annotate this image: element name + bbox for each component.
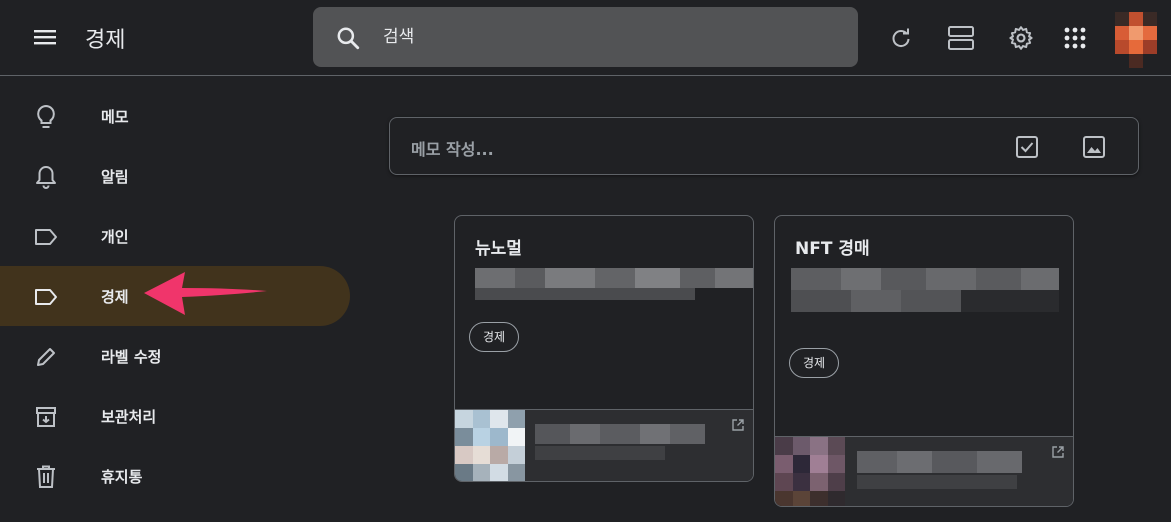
sidebar-item-notes[interactable]: 메모 bbox=[0, 86, 350, 146]
menu-icon bbox=[34, 30, 56, 45]
sidebar-item-archive[interactable]: 보관처리 bbox=[0, 386, 350, 446]
sidebar-item-edit-labels[interactable]: 라벨 수정 bbox=[0, 326, 350, 386]
open-link-icon[interactable] bbox=[731, 418, 745, 432]
list-view-icon bbox=[948, 26, 974, 50]
sidebar-item-reminders[interactable]: 알림 bbox=[0, 146, 350, 206]
new-checklist-button[interactable] bbox=[1012, 132, 1042, 162]
avatar[interactable] bbox=[1115, 12, 1157, 68]
image-icon bbox=[1083, 136, 1105, 158]
settings-button[interactable] bbox=[1002, 19, 1040, 57]
note-card[interactable]: 뉴노멀 경제 bbox=[454, 215, 754, 482]
checkbox-icon bbox=[1016, 136, 1038, 158]
open-link-icon[interactable] bbox=[1051, 445, 1065, 459]
app-title: 경제 bbox=[85, 28, 126, 53]
bell-icon bbox=[33, 164, 59, 190]
sidebar-item-label: 메모 bbox=[101, 108, 129, 126]
link-title-redacted bbox=[535, 424, 705, 444]
search-icon[interactable] bbox=[335, 25, 361, 51]
settings-icon bbox=[1009, 26, 1033, 50]
label-icon bbox=[33, 224, 59, 250]
archive-icon bbox=[33, 404, 59, 430]
search-input[interactable] bbox=[383, 21, 823, 53]
link-url-redacted bbox=[535, 446, 665, 460]
refresh-icon bbox=[892, 28, 910, 48]
sidebar-item-trash[interactable]: 휴지통 bbox=[0, 446, 350, 506]
sidebar-item-label: 라벨 수정 bbox=[101, 348, 162, 366]
top-bar: 경제 bbox=[0, 0, 1171, 76]
note-body-redacted bbox=[475, 268, 753, 288]
lightbulb-icon bbox=[33, 104, 59, 130]
note-card[interactable]: NFT 경매 경제 bbox=[774, 215, 1074, 507]
link-thumbnail bbox=[455, 410, 525, 481]
note-body-redacted bbox=[791, 268, 1059, 290]
apps-button[interactable] bbox=[1056, 19, 1094, 57]
label-chip[interactable]: 경제 bbox=[789, 348, 840, 378]
sidebar-item-personal[interactable]: 개인 bbox=[0, 206, 350, 266]
link-url-redacted bbox=[857, 475, 1017, 489]
label-chip[interactable]: 경제 bbox=[469, 322, 520, 352]
sidebar-item-label: 알림 bbox=[101, 168, 129, 186]
refresh-button[interactable] bbox=[882, 19, 920, 57]
sidebar-item-label: 개인 bbox=[101, 228, 129, 246]
link-preview[interactable] bbox=[775, 436, 1073, 506]
note-composer[interactable]: 메모 작성... bbox=[389, 117, 1139, 175]
sidebar-item-label: 보관처리 bbox=[101, 408, 157, 426]
new-image-note-button[interactable] bbox=[1079, 132, 1109, 162]
sidebar-item-label: 경제 bbox=[101, 288, 129, 306]
note-body-redacted bbox=[475, 288, 695, 300]
sidebar-item-label: 휴지통 bbox=[101, 468, 143, 486]
link-thumbnail bbox=[775, 437, 845, 506]
search-bar[interactable] bbox=[313, 7, 858, 67]
note-title: 뉴노멀 bbox=[475, 239, 522, 259]
menu-button[interactable] bbox=[22, 17, 68, 57]
note-body-redacted bbox=[791, 290, 1059, 312]
label-icon bbox=[33, 284, 59, 310]
apps-icon bbox=[1064, 27, 1086, 49]
annotation-arrow bbox=[144, 272, 267, 315]
composer-placeholder[interactable]: 메모 작성... bbox=[411, 136, 494, 160]
pencil-icon bbox=[33, 344, 59, 370]
link-preview[interactable] bbox=[455, 409, 753, 481]
link-title-redacted bbox=[857, 451, 1022, 473]
list-view-button[interactable] bbox=[942, 19, 980, 57]
trash-icon bbox=[33, 464, 59, 490]
note-title: NFT 경매 bbox=[795, 239, 870, 259]
